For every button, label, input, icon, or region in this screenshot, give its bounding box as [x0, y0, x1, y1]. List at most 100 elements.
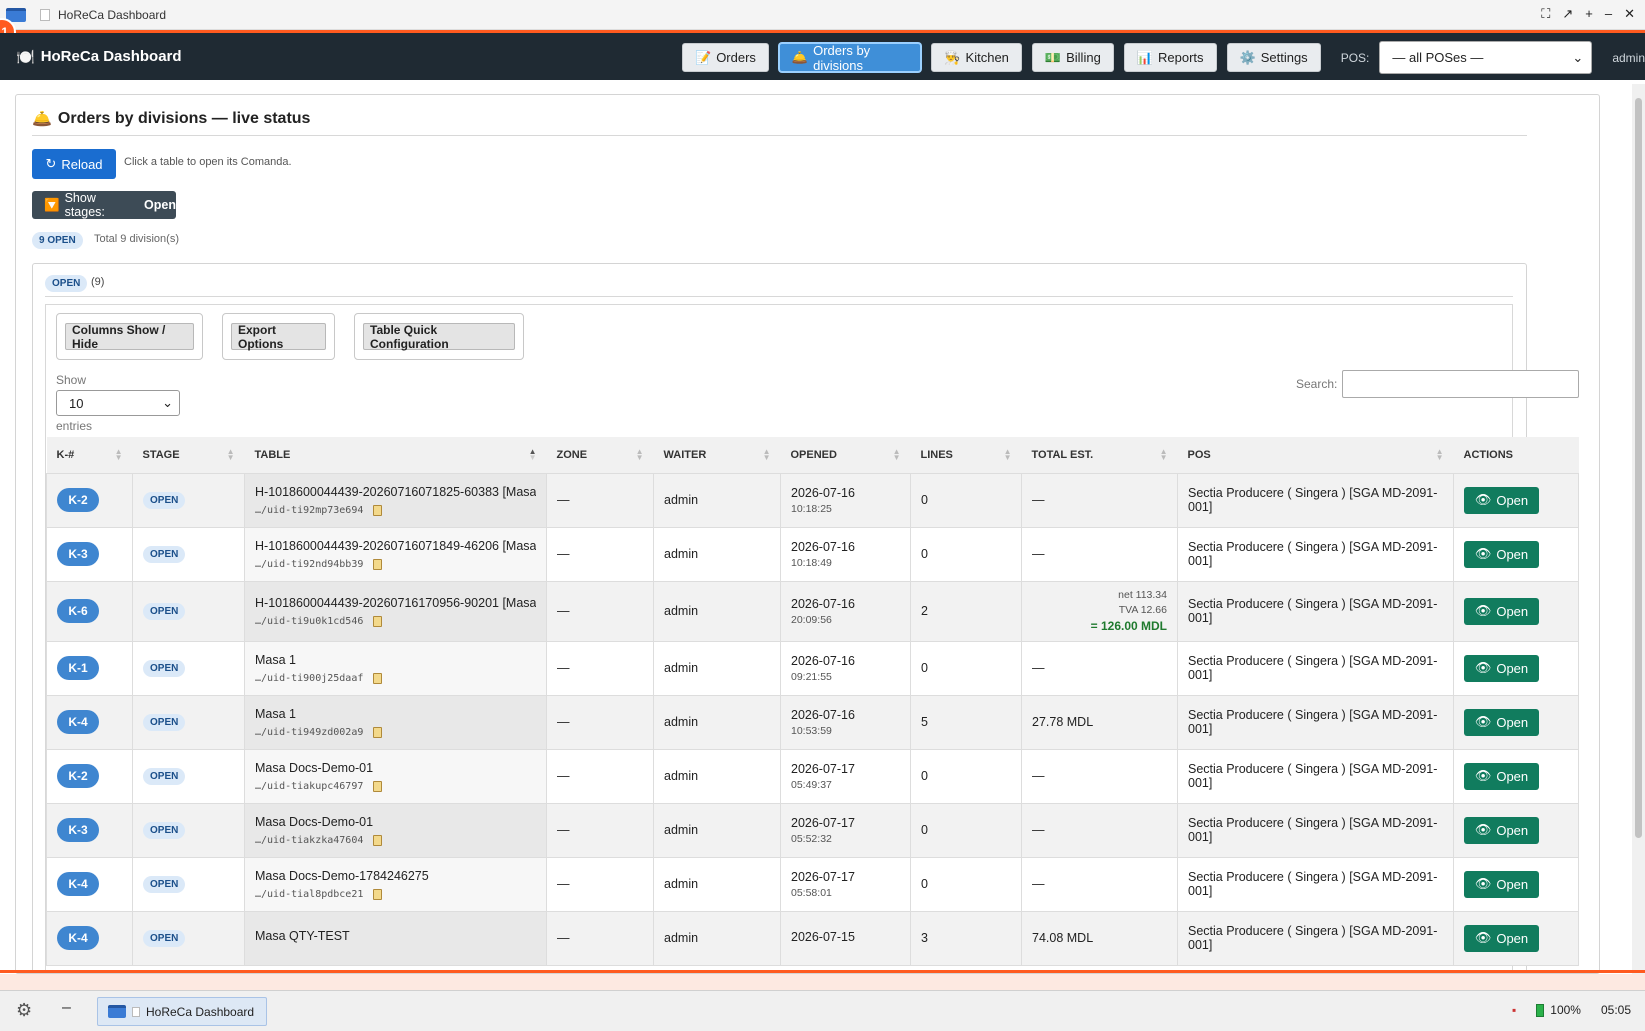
clipboard-icon[interactable]: [373, 889, 383, 900]
col-label: K-#: [56, 448, 75, 461]
table-row[interactable]: K-3 OPEN Masa Docs-Demo-01 …/uid-tiakzka4…: [46, 802, 1579, 858]
stage-badge: OPEN: [143, 713, 186, 731]
network-disconnected-icon[interactable]: ▪: [1512, 1003, 1516, 1017]
cell-table[interactable]: Masa 1 …/uid-ti949zd002a9: [244, 694, 547, 750]
open-button[interactable]: 👁 Open: [1464, 597, 1539, 625]
nav-kitchen-button[interactable]: 👨‍🍳 Kitchen: [931, 43, 1022, 72]
nav-orders-button[interactable]: 📝 Orders: [682, 43, 769, 72]
table-row[interactable]: K-2 OPEN Masa Docs-Demo-01 …/uid-tiakupc4…: [46, 748, 1579, 804]
cell-stage: OPEN: [132, 802, 245, 858]
opened-time: 05:52:32: [791, 832, 832, 845]
table-row[interactable]: K-6 OPEN H-1018600044439-20260716170956-…: [46, 580, 1579, 642]
export-options-button[interactable]: Export Options: [231, 323, 326, 351]
table-quick-config-button[interactable]: Table Quick Configuration: [363, 323, 515, 351]
nav-billing-button[interactable]: 💵 Billing: [1031, 43, 1114, 72]
show-stages-button[interactable]: 🔽 Show stages: Open: [32, 191, 176, 219]
table-row[interactable]: K-4 OPEN Masa 1 …/uid-ti949zd002a9 — admi…: [46, 694, 1579, 750]
cell-table[interactable]: Masa QTY-TEST: [244, 910, 547, 966]
open-button[interactable]: 👁 Open: [1464, 816, 1539, 844]
open-button[interactable]: 👁 Open: [1464, 654, 1539, 682]
col-table[interactable]: TABLE ▲ ▼: [244, 437, 547, 474]
col-lines[interactable]: LINES ▲ ▼: [910, 437, 1022, 474]
cell-stage: OPEN: [132, 694, 245, 750]
col-waiter[interactable]: WAITER ▲ ▼: [653, 437, 781, 474]
restore-icon[interactable]: ↗: [1562, 6, 1573, 22]
table-row[interactable]: K-4 OPEN Masa QTY-TEST — admin 2026-07-1…: [46, 910, 1579, 966]
cell-table[interactable]: Masa 1 …/uid-ti900j25daaf: [244, 640, 547, 696]
open-button[interactable]: 👁 Open: [1464, 762, 1539, 790]
col-stage[interactable]: STAGE ▲ ▼: [132, 437, 245, 474]
close-icon[interactable]: ✕: [1624, 6, 1635, 22]
open-button[interactable]: 👁 Open: [1464, 924, 1539, 952]
page-size-select[interactable]: 10 ⌄: [56, 390, 180, 416]
clipboard-icon[interactable]: [373, 835, 383, 846]
sort-icon: ▲ ▼: [762, 447, 771, 462]
new-window-icon[interactable]: +: [1585, 6, 1593, 22]
clipboard-icon[interactable]: [373, 505, 383, 516]
cell-pos: Sectia Producere ( Singera ) [SGA MD-209…: [1177, 640, 1454, 696]
cell-k: K-6: [46, 580, 133, 642]
col-label: POS: [1187, 448, 1211, 461]
pos-select[interactable]: — all POSes — ⌄: [1379, 41, 1593, 74]
cell-table[interactable]: Masa Docs-Demo-01 …/uid-tiakupc46797: [244, 748, 547, 804]
col-pos[interactable]: POS ▲ ▼: [1177, 437, 1454, 474]
col-zone[interactable]: ZONE ▲ ▼: [546, 437, 654, 474]
folder-app-icon: [108, 1005, 126, 1018]
clipboard-icon[interactable]: [373, 559, 383, 570]
clipboard-icon[interactable]: [373, 616, 383, 627]
battery-indicator[interactable]: 100%: [1536, 1003, 1581, 1017]
col-label: WAITER: [663, 448, 707, 461]
cell-table[interactable]: H-1018600044439-20260716170956-90201 [Ma…: [244, 580, 547, 642]
cell-table[interactable]: H-1018600044439-20260716071849-46206 [Ma…: [244, 526, 547, 582]
col-opened[interactable]: OPENED ▲ ▼: [780, 437, 911, 474]
bell-icon: 🛎️: [791, 49, 809, 65]
taskbar-item-horeca[interactable]: HoReCa Dashboard: [97, 997, 267, 1026]
minimize-icon[interactable]: –: [1605, 6, 1612, 22]
open-button[interactable]: 👁 Open: [1464, 870, 1539, 898]
settings-gear-icon[interactable]: ⚙: [16, 1000, 32, 1021]
nav-settings-button[interactable]: ⚙️ Settings: [1226, 43, 1321, 72]
fullscreen-icon[interactable]: ⛶: [1541, 6, 1550, 22]
open-button[interactable]: 👁 Open: [1464, 486, 1539, 514]
open-button[interactable]: 👁 Open: [1464, 540, 1539, 568]
k-badge: K-4: [57, 872, 99, 896]
reload-button[interactable]: ↻ Reload: [32, 149, 116, 179]
col-total[interactable]: TOTAL EST. ▲ ▼: [1021, 437, 1178, 474]
table-row[interactable]: K-2 OPEN H-1018600044439-20260716071825-…: [46, 472, 1579, 528]
eye-icon: 👁: [1474, 714, 1492, 729]
cell-table[interactable]: Masa Docs-Demo-01 …/uid-tiakzka47604: [244, 802, 547, 858]
open-label: Open: [1496, 876, 1529, 892]
clock[interactable]: 05:05: [1601, 1003, 1631, 1017]
main-panel: 🛎️ Orders by divisions — live status ↻ R…: [15, 94, 1600, 974]
nav-orders-by-divisions-button[interactable]: 🛎️ Orders by divisions: [778, 43, 922, 73]
columns-show-hide-button[interactable]: Columns Show / Hide: [65, 323, 194, 351]
scrollbar-thumb[interactable]: [1635, 98, 1642, 838]
nav-kitchen-label: Kitchen: [965, 50, 1009, 65]
open-button[interactable]: 👁 Open: [1464, 708, 1539, 736]
opened-date: 2026-07-16: [791, 707, 855, 722]
clipboard-icon[interactable]: [373, 781, 383, 792]
table-row[interactable]: K-1 OPEN Masa 1 …/uid-ti900j25daaf — admi…: [46, 640, 1579, 696]
opened-time: 09:21:55: [791, 670, 832, 683]
brand[interactable]: 🍽️ HoReCa Dashboard: [16, 48, 182, 66]
money-icon: 💵: [1044, 49, 1062, 65]
chevron-down-icon: ⌄: [1572, 49, 1584, 65]
page-scrollbar[interactable]: [1632, 84, 1645, 974]
cell-opened: 2026-07-16 20:09:56: [780, 580, 911, 642]
col-k[interactable]: K-# ▲ ▼: [46, 437, 133, 474]
cell-table[interactable]: H-1018600044439-20260716071825-60383 [Ma…: [244, 472, 547, 528]
datatable: Columns Show / Hide Export Options Table…: [45, 304, 1579, 973]
cell-table[interactable]: Masa Docs-Demo-1784246275 …/uid-tial8pdbc…: [244, 856, 547, 912]
cell-pos: Sectia Producere ( Singera ) [SGA MD-209…: [1177, 472, 1454, 528]
nav-reports-button[interactable]: 📊 Reports: [1123, 43, 1217, 72]
gear-icon: ⚙️: [1239, 49, 1256, 65]
cell-total: 74.08 MDL: [1021, 910, 1178, 966]
clipboard-icon[interactable]: [373, 673, 383, 684]
table-row[interactable]: K-4 OPEN Masa Docs-Demo-1784246275 …/uid-…: [46, 856, 1579, 912]
minimize-all-icon[interactable]: –: [62, 999, 71, 1017]
search-input[interactable]: [1342, 370, 1579, 398]
clipboard-icon[interactable]: [373, 727, 383, 738]
open-label: Open: [1496, 768, 1529, 784]
table-row[interactable]: K-3 OPEN H-1018600044439-20260716071849-…: [46, 526, 1579, 582]
k-badge: K-4: [57, 710, 99, 734]
